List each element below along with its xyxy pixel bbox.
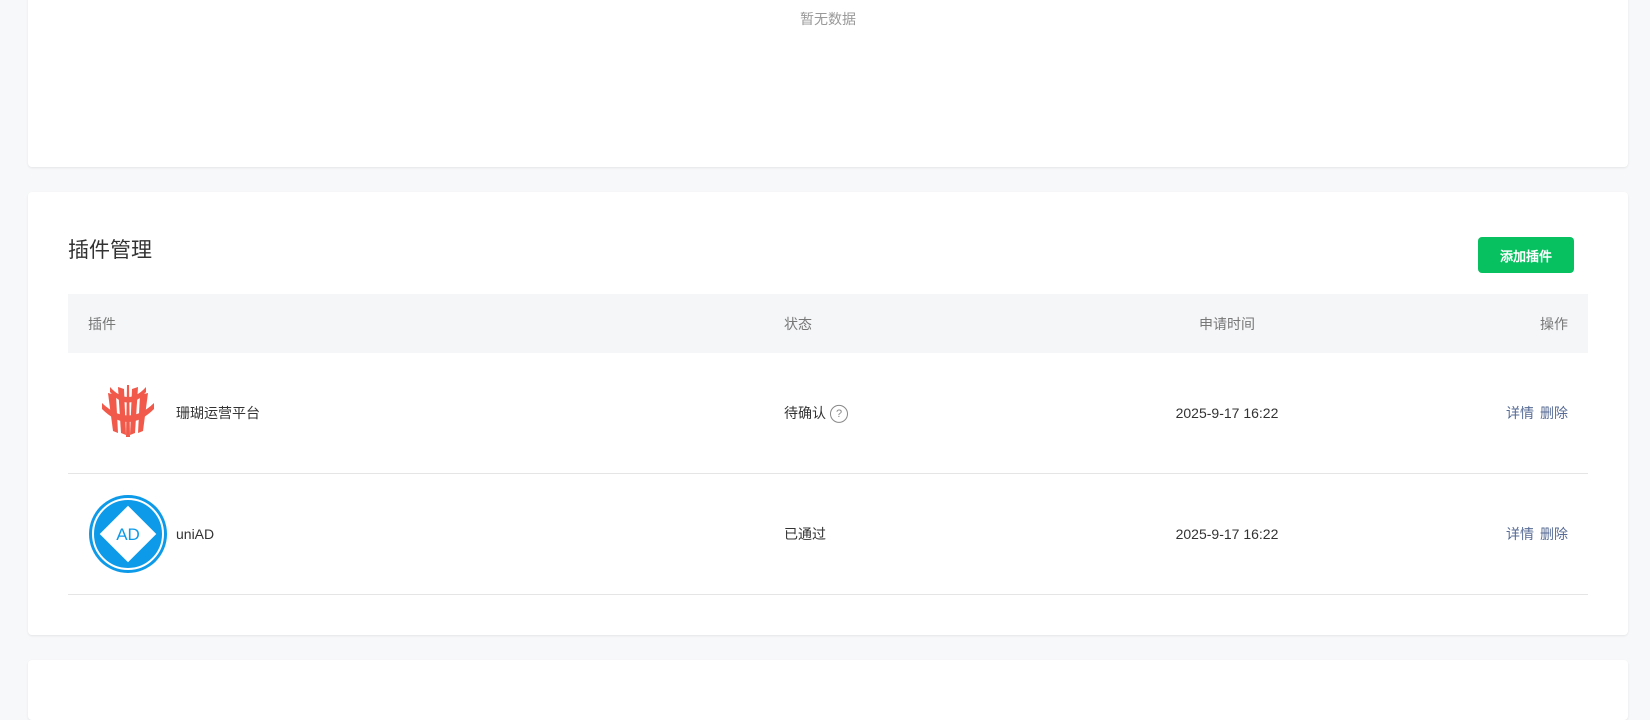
header-ops: 操作 xyxy=(1540,315,1568,332)
table-header: 插件 状态 申请时间 操作 xyxy=(68,294,1588,353)
header-status: 状态 xyxy=(784,315,812,332)
next-card xyxy=(28,660,1628,720)
plugin-name: uniAD xyxy=(176,526,215,542)
detail-link[interactable]: 详情 xyxy=(1506,526,1534,542)
plugin-management-card: 插件管理 添加插件 插件 状态 申请时间 操作 珊瑚运营平台 待确认 ? 202… xyxy=(28,192,1628,635)
table-row: 珊瑚运营平台 待确认? 2025-9-17 16:22 详情 删除 xyxy=(68,353,1588,474)
empty-data-text: 暂无数据 xyxy=(800,11,856,27)
header-time: 申请时间 xyxy=(1199,315,1255,332)
plugin-table: 插件 状态 申请时间 操作 珊瑚运营平台 待确认? 2025-9-17 16:2… xyxy=(68,294,1588,595)
section-title: 插件管理 xyxy=(68,239,152,262)
uniad-logo-text: AD xyxy=(116,525,140,544)
help-icon[interactable]: ? xyxy=(830,405,848,424)
delete-link[interactable]: 删除 xyxy=(1540,526,1568,542)
add-plugin-button[interactable]: 添加插件 xyxy=(1478,237,1574,273)
plugin-name: 珊瑚运营平台 xyxy=(176,405,260,421)
apply-time: 2025-9-17 16:22 xyxy=(1175,526,1279,542)
status-label: 待确认 xyxy=(784,404,826,421)
apply-time: 2025-9-17 16:22 xyxy=(1175,405,1279,421)
header-plugin: 插件 xyxy=(88,315,116,332)
row-actions: 详情 删除 xyxy=(1500,403,1568,423)
coral-icon xyxy=(102,385,154,437)
row-actions: 详情 删除 xyxy=(1500,524,1568,544)
status-text: 待确认? xyxy=(784,403,848,424)
table-row: AD uniAD 已通过 2025-9-17 16:22 详情 删除 xyxy=(68,474,1588,595)
detail-link[interactable]: 详情 xyxy=(1506,405,1534,421)
uniad-icon: AD xyxy=(89,495,167,573)
status-text: 已通过 xyxy=(784,526,826,542)
delete-link[interactable]: 删除 xyxy=(1540,405,1568,421)
empty-data-card: 暂无数据 xyxy=(28,0,1628,167)
